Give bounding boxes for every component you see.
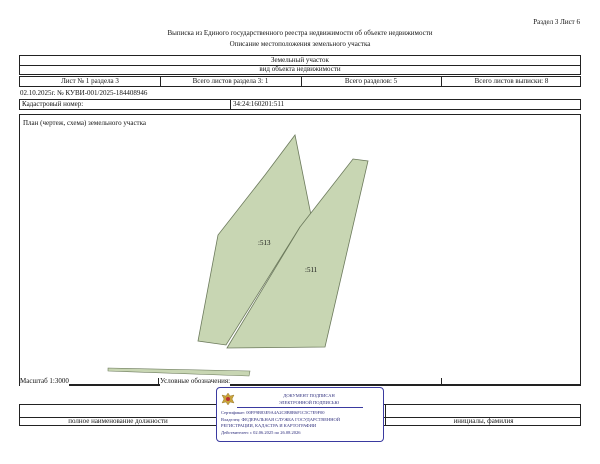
object-type: Земельный участок [271,56,329,64]
electronic-signature-stamp: ДОКУМЕНТ ПОДПИСАН ЭЛЕКТРОННОЙ ПОДПИСЬЮ С… [216,387,384,442]
name-caption: инициалы, фамилия [453,417,514,425]
total-sheets-section: Всего листов раздела 3: 1 [192,77,269,85]
document-number: 02.10.2025г. № КУВИ-001/2025-184408946 [20,89,148,97]
parcel-strip [107,367,251,377]
stamp-line-2: ЭЛЕКТРОННОЙ ПОДПИСЬЮ [278,400,340,405]
eagle-emblem-icon [221,392,235,406]
document-title: Выписка из Единого государственного реес… [167,29,433,37]
object-kind-label: вид объекта недвижимости [259,65,341,73]
parcel-plan-drawing [107,134,369,377]
sheet-info-row: Лист № 1 раздела 3 Всего листов раздела … [19,76,581,87]
stamp-validity: Действителен: с 02.06.2025 по 26.08.2026 [221,430,301,435]
parcel-label-513: :513 [258,239,271,247]
scale-legend-row [19,378,581,386]
position-caption: полное наименование должности [68,417,168,425]
sheet-number: Лист № 1 раздела 3 [61,77,119,85]
stamp-certificate: Сертификат: 00FF9B83E9A4A2C8B8B6F1C5C7E9… [221,410,325,415]
total-sheets-extract: Всего листов выписки: 8 [474,77,549,85]
scale-label: Масштаб 1:3000 [20,377,69,386]
object-type-box: Земельный участок вид объекта недвижимос… [19,55,581,75]
stamp-owner-2: РЕГИСТРАЦИИ, КАДАСТРА И КАРТОГРАФИИ [221,423,317,428]
parcel-label-511: :511 [305,266,318,274]
plan-box: План (чертеж, схема) земельного участка … [19,114,581,385]
section-page-label: Раздел 3 Лист 6 [533,18,580,26]
legend-label: Условные обозначения: [160,377,231,386]
cadastral-label: Кадастровый номер: [22,100,84,108]
document-subtitle: Описание местоположения земельного участ… [229,40,371,48]
cadastral-row: Кадастровый номер: 34:24:160201:511 [19,99,581,110]
total-sections: Всего разделов: 5 [344,77,398,85]
cadastral-number: 34:24:160201:511 [233,100,285,108]
stamp-line-1: ДОКУМЕНТ ПОДПИСАН [283,393,335,398]
